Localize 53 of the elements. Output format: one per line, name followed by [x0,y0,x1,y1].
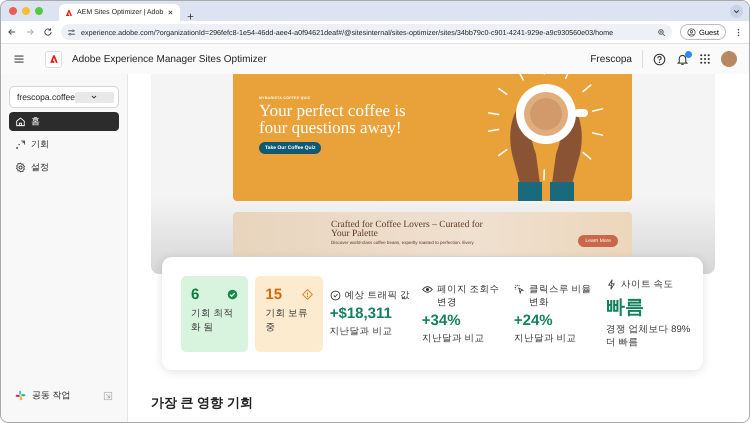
app-title: Adobe Experience Manager Sites Optimizer [72,54,268,64]
lightning-icon [606,279,617,290]
nav-item[interactable]: 설정 [9,158,119,177]
home-icon [15,116,26,127]
person-icon [686,28,696,36]
metric-value: +24% [514,312,554,328]
slack-logo-icon [15,390,26,401]
check-circle-icon [330,290,341,301]
collaboration-link[interactable]: 공동 작업 [32,389,97,402]
menu-icon[interactable] [13,53,25,65]
organization-switcher[interactable]: Frescopa [590,50,643,68]
metric-note: 지난달과 비교 [422,332,486,344]
help-icon[interactable] [653,52,666,66]
tile-count: 6 [191,286,200,302]
metric-note: 경쟁 업체보다 89% 더 빠름 [606,323,691,349]
metric-label: 클릭스루 비율 변화 [528,282,592,308]
metric-value: 빠름 [606,296,645,320]
notification-bell-icon[interactable] [676,52,689,66]
adobe-logo-icon [48,54,58,64]
close-window-button[interactable] [9,7,17,15]
zoom-icon [656,28,666,36]
sparkle-icon [15,139,26,150]
banner-headline: Your perfect coffee is four questions away! [259,102,407,136]
metric-label: 페이지 조회수 변경 [436,282,500,308]
nav-item[interactable]: 기회 [9,135,119,154]
back-icon[interactable] [7,27,17,37]
avatar[interactable] [721,51,737,67]
site-settings-icon [67,28,76,36]
metric-note: 지난달과 비교 [330,325,394,338]
new-tab-icon[interactable] [186,12,196,21]
section-heading: 가장 큰 영향 기회 [151,394,254,412]
reload-icon[interactable] [43,27,53,37]
metric-label: 예상 트래픽 값 [344,289,410,302]
tile-count: 15 [265,286,282,302]
nav-item[interactable]: 홈 [9,112,119,131]
gear-icon [15,162,26,173]
eye-icon [422,284,433,294]
apps-grid-icon[interactable] [699,53,711,65]
adobe-logo-icon [65,8,73,16]
tile-label: 기회 보류 중 [265,306,309,334]
site-selector[interactable]: frescopa.coffee [9,86,119,108]
metric-note: 지난달과 비교 [514,332,578,344]
banner-headline: Crafted for Coffee Lovers – Curated for Your Palette [331,221,484,239]
chevron-down-icon [90,93,98,101]
alert-diamond-icon [302,288,313,300]
cursor-click-icon [514,284,525,294]
close-icon[interactable] [167,9,174,16]
metric-value: +34% [422,312,462,328]
chevron-down-icon [730,4,743,18]
tile-label: 기회 최적화 됨 [191,306,235,334]
check-circle-icon [227,288,238,300]
metric-label: 사이트 속도 [620,278,674,291]
metric-value: +$18,311 [330,305,393,322]
